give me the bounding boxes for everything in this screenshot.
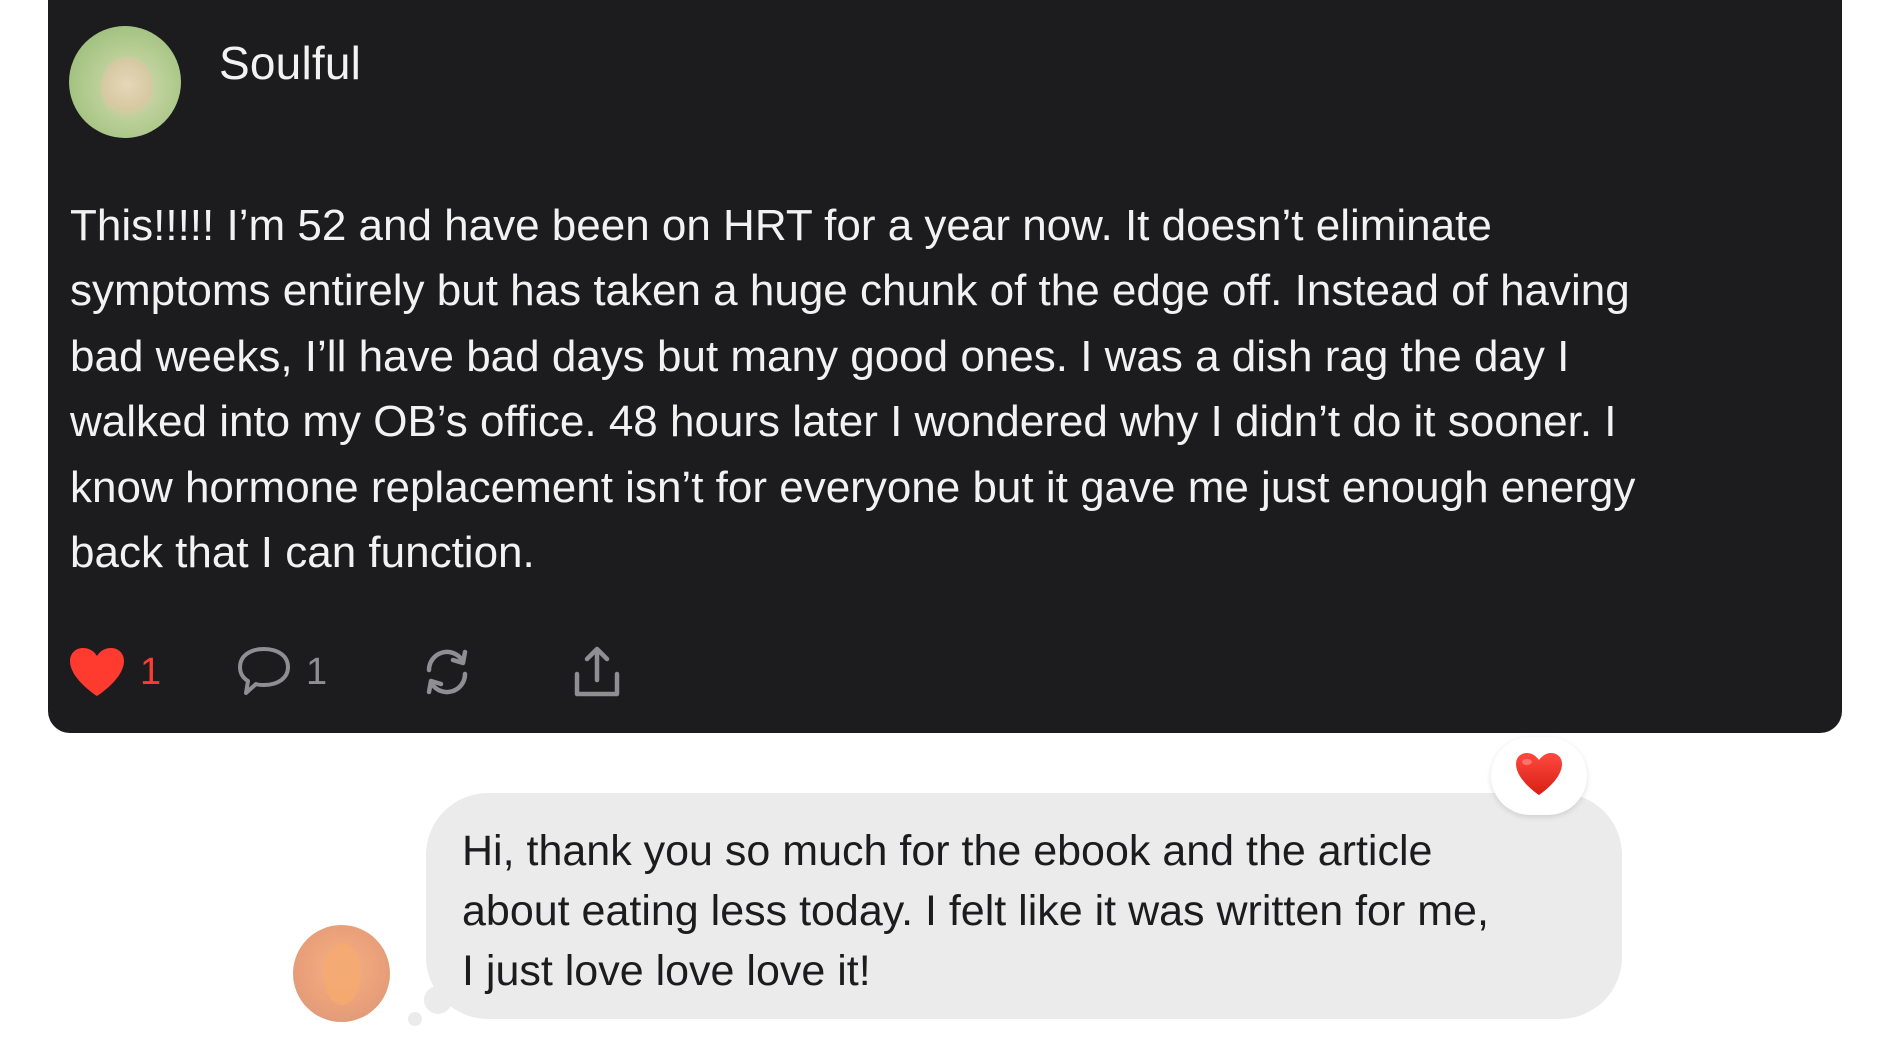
- post-body-text: This!!!!! I’m 52 and have been on HRT fo…: [70, 201, 1636, 578]
- sender-avatar[interactable]: [293, 925, 390, 1022]
- reply-count: 1: [306, 650, 328, 693]
- heart-icon: [68, 646, 126, 698]
- post-actions-bar: 1 1: [68, 642, 625, 702]
- bubble-tail-dot: [408, 1012, 422, 1026]
- avatar-blur: [323, 943, 361, 1005]
- repost-button[interactable]: [419, 644, 569, 700]
- like-count: 1: [140, 650, 162, 693]
- reply-button[interactable]: 1: [236, 645, 419, 699]
- screenshot: Soulful This!!!!! I’m 52 and have been o…: [0, 0, 1880, 1058]
- speech-bubble-icon: [236, 645, 292, 699]
- heart-icon: [1514, 751, 1564, 802]
- like-button[interactable]: 1: [68, 646, 236, 698]
- avatar-face: [101, 56, 153, 120]
- message-reaction[interactable]: [1491, 737, 1587, 815]
- message-bubble[interactable]: Hi, thank you so much for the ebook and …: [426, 793, 1622, 1019]
- post-author-name[interactable]: Soulful: [219, 36, 361, 90]
- repost-icon: [419, 644, 475, 700]
- share-button[interactable]: [569, 644, 625, 700]
- share-icon: [569, 644, 625, 700]
- message-text: Hi, thank you so much for the ebook and …: [462, 827, 1489, 995]
- avatar[interactable]: [69, 26, 181, 138]
- post-card: Soulful This!!!!! I’m 52 and have been o…: [48, 0, 1842, 733]
